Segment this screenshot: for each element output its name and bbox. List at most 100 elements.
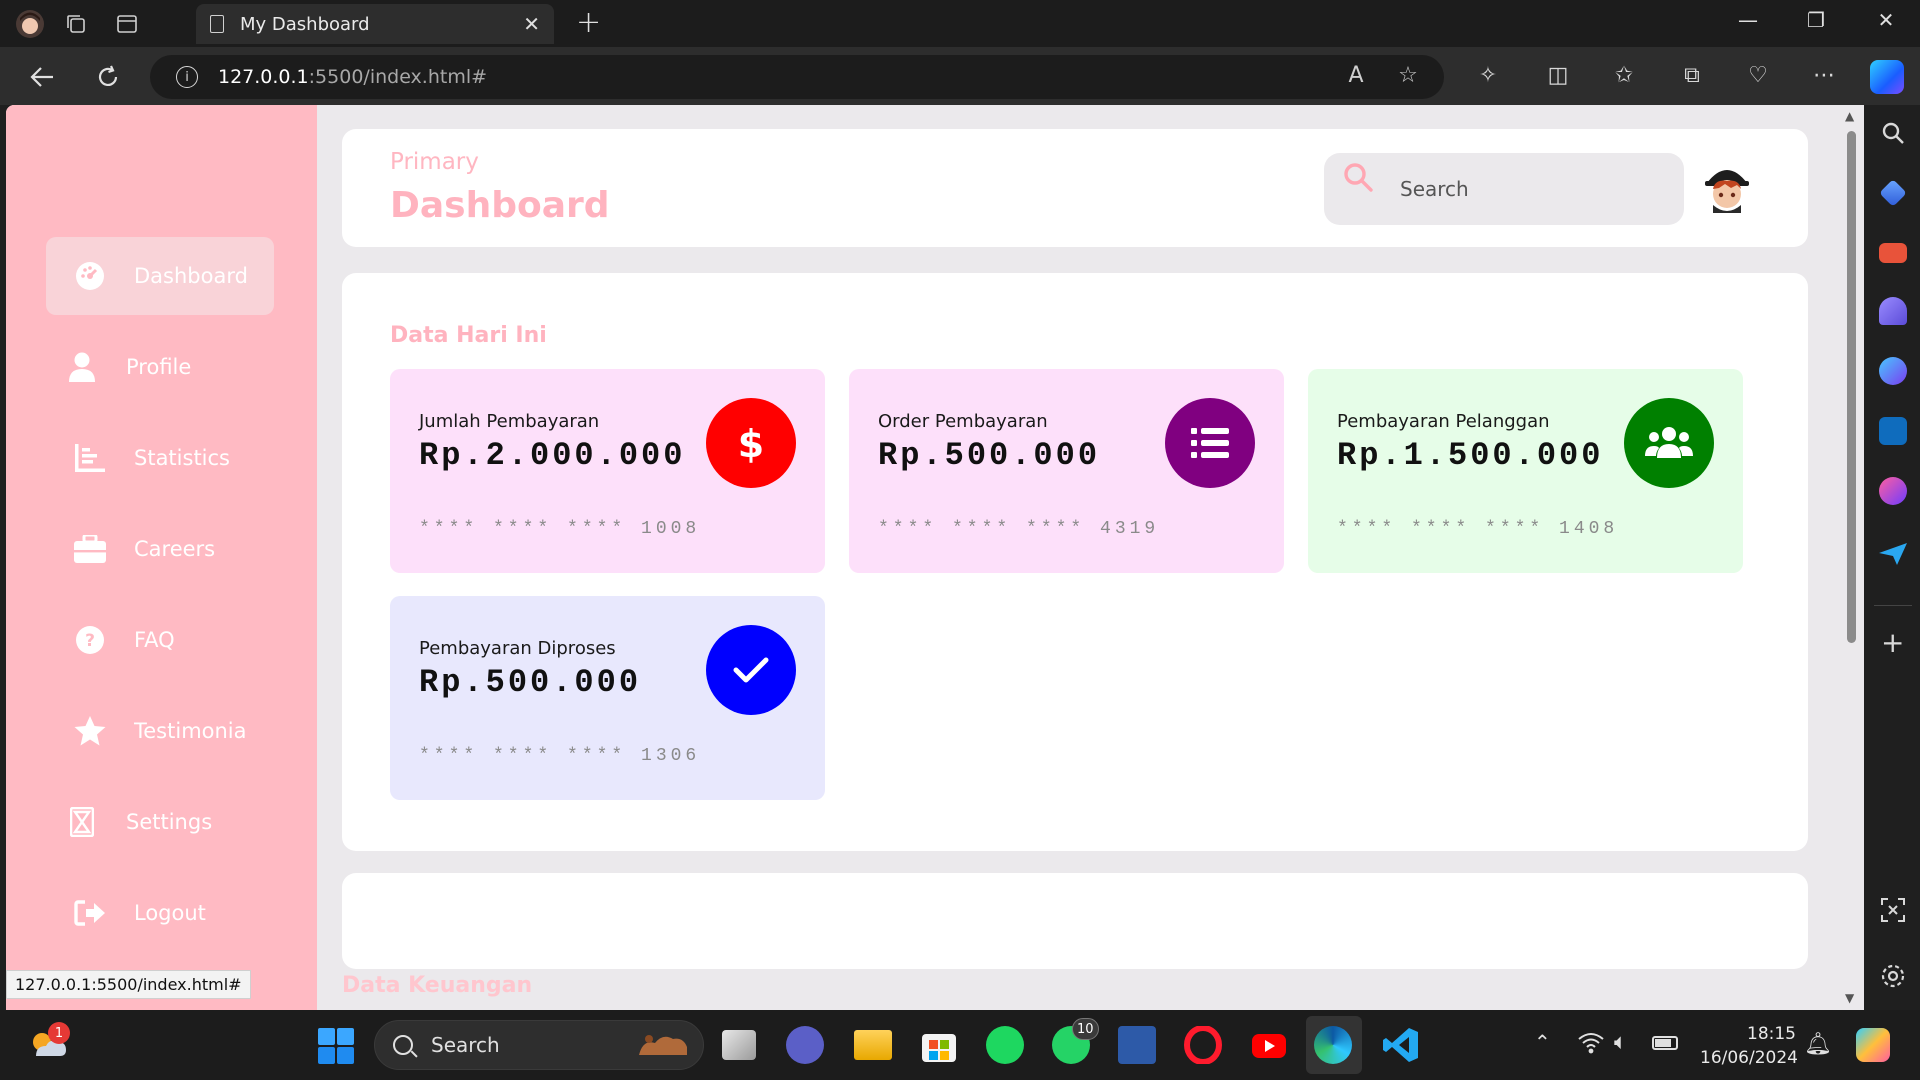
- tools-icon[interactable]: [1879, 243, 1907, 263]
- youtube-icon[interactable]: [1250, 1026, 1288, 1064]
- copilot-sidebar-icon[interactable]: [1879, 357, 1907, 385]
- today-data-card: Data Hari Ini Jumlah Pembayaran Rp.2.000…: [342, 273, 1808, 851]
- sidebar-item-settings[interactable]: Settings: [46, 783, 274, 861]
- dev-app-icon[interactable]: [1118, 1026, 1156, 1064]
- workspaces-icon[interactable]: [60, 8, 92, 40]
- search-icon: [393, 1035, 413, 1055]
- sidebar-item-logout[interactable]: Logout: [46, 874, 274, 952]
- page-subtitle: Primary: [390, 149, 479, 175]
- shopping-tag-icon[interactable]: [1879, 179, 1907, 207]
- more-menu-icon[interactable]: ⋯: [1806, 63, 1842, 88]
- stat-value: Rp.500.000: [419, 664, 642, 701]
- vscode-icon[interactable]: [1382, 1026, 1420, 1064]
- avatar[interactable]: [1701, 161, 1753, 213]
- opera-icon[interactable]: [1184, 1025, 1222, 1065]
- page-scrollbar[interactable]: ▲ ▼: [1838, 105, 1864, 1010]
- file-explorer-icon[interactable]: [854, 1030, 892, 1060]
- address-bar[interactable]: i 127.0.0.1:5500/index.html# A ☆: [150, 55, 1444, 99]
- read-aloud-icon[interactable]: A: [1338, 63, 1374, 88]
- designer-icon[interactable]: [1879, 477, 1907, 505]
- copilot-taskbar-icon[interactable]: [1856, 1028, 1890, 1062]
- stat-label: Jumlah Pembayaran: [419, 411, 600, 432]
- finance-card: [342, 873, 1808, 969]
- start-icon[interactable]: [318, 1028, 354, 1068]
- microsoft-store-icon[interactable]: [920, 1026, 958, 1064]
- sidebar: Dashboard Profile Statistics Careers ? F…: [6, 105, 317, 1010]
- whatsapp-icon[interactable]: 10: [1052, 1018, 1099, 1064]
- sidebar-item-label: Testimonia: [134, 719, 247, 743]
- browser-toolbar: i 127.0.0.1:5500/index.html# A ☆ ✧ ◫ ✩ ⧉…: [0, 47, 1920, 105]
- user-icon: [62, 352, 102, 382]
- sidebar-item-faq[interactable]: ? FAQ: [46, 601, 274, 679]
- browser-essentials-icon[interactable]: ♡: [1740, 63, 1776, 88]
- browser-tab-bar: My Dashboard ✕ + — ❐ ✕: [0, 0, 1920, 47]
- scrollbar-thumb[interactable]: [1847, 131, 1856, 643]
- search-input[interactable]: [1400, 171, 1660, 207]
- add-icon[interactable]: +: [1881, 629, 1904, 657]
- screenshot-icon[interactable]: [1880, 897, 1906, 927]
- stat-card-number: **** **** **** 1408: [1337, 519, 1619, 539]
- taskbar-search-label: Search: [431, 1033, 500, 1057]
- sidebar-item-profile[interactable]: Profile: [46, 328, 274, 406]
- collections-icon[interactable]: ⧉: [1674, 63, 1710, 88]
- spotify-icon[interactable]: [986, 1026, 1024, 1064]
- tab-my-dashboard[interactable]: My Dashboard ✕: [196, 4, 554, 44]
- list-icon: [1165, 398, 1255, 488]
- sidebar-item-testimonial[interactable]: Testimonia: [46, 692, 274, 770]
- send-icon[interactable]: [1879, 543, 1907, 569]
- url-path: :5500/index.html#: [308, 66, 488, 88]
- stat-label: Pembayaran Pelanggan: [1337, 411, 1550, 432]
- sidebar-item-label: Dashboard: [134, 264, 248, 288]
- wifi-icon[interactable]: [1578, 1032, 1604, 1058]
- section-title: Data Hari Ini: [390, 323, 547, 348]
- settings-gear-icon[interactable]: [1880, 963, 1906, 993]
- copilot-icon[interactable]: [1870, 60, 1904, 94]
- teams-icon[interactable]: [786, 1026, 824, 1064]
- refresh-icon[interactable]: [88, 57, 128, 97]
- extensions-icon[interactable]: ✧: [1470, 63, 1506, 88]
- stat-label: Order Pembayaran: [878, 411, 1048, 432]
- battery-icon[interactable]: [1652, 1036, 1678, 1050]
- notification-bell-icon[interactable]: 🔔︎: [1804, 1032, 1832, 1057]
- taskbar-search[interactable]: Search: [374, 1020, 704, 1070]
- stat-card-number: **** **** **** 4319: [878, 519, 1160, 539]
- close-window-button[interactable]: ✕: [1866, 8, 1906, 32]
- scroll-up-icon[interactable]: ▲: [1845, 109, 1854, 123]
- sidebar-item-label: Profile: [126, 355, 192, 379]
- stat-card-jumlah-pembayaran: Jumlah Pembayaran Rp.2.000.000 **** ****…: [390, 369, 825, 573]
- users-icon: [1624, 398, 1714, 488]
- profile-avatar-icon[interactable]: [14, 8, 46, 40]
- minimize-button[interactable]: —: [1728, 8, 1768, 32]
- new-tab-button[interactable]: +: [576, 8, 601, 38]
- gauge-icon: [70, 261, 110, 291]
- svg-text:$: $: [738, 422, 764, 465]
- split-screen-icon[interactable]: ◫: [1540, 63, 1576, 88]
- briefcase-icon: [70, 535, 110, 563]
- search-icon[interactable]: [1881, 121, 1905, 149]
- weather-widget-icon[interactable]: 1: [28, 1022, 70, 1066]
- task-view-icon[interactable]: [722, 1030, 756, 1060]
- windows-taskbar: 1 Search 10 ⌃ 🔈︎ 18:15 16/06/2024 🔔︎: [0, 1010, 1920, 1080]
- search-box: [1324, 153, 1684, 225]
- tab-actions-icon[interactable]: [111, 8, 143, 40]
- scroll-down-icon[interactable]: ▼: [1845, 991, 1854, 1005]
- favorite-star-icon[interactable]: ☆: [1390, 63, 1426, 88]
- site-info-icon[interactable]: i: [176, 66, 198, 88]
- favorites-icon[interactable]: ✩: [1606, 63, 1642, 88]
- sidebar-item-statistics[interactable]: Statistics: [46, 419, 274, 497]
- svg-text:?: ?: [85, 631, 95, 651]
- stat-card-number: **** **** **** 1008: [419, 519, 701, 539]
- close-tab-icon[interactable]: ✕: [523, 12, 540, 36]
- back-icon[interactable]: [22, 57, 62, 97]
- sidebar-item-careers[interactable]: Careers: [46, 510, 274, 588]
- outlook-icon[interactable]: [1879, 417, 1907, 445]
- stat-card-pembayaran-pelanggan: Pembayaran Pelanggan Rp.1.500.000 **** *…: [1308, 369, 1743, 573]
- restore-button[interactable]: ❐: [1796, 8, 1836, 32]
- volume-icon[interactable]: 🔈︎: [1614, 1030, 1627, 1055]
- edge-icon[interactable]: [1314, 1026, 1352, 1064]
- chevron-up-icon[interactable]: ⌃: [1534, 1030, 1551, 1054]
- games-icon[interactable]: [1879, 297, 1907, 325]
- system-clock[interactable]: 18:15 16/06/2024: [1700, 1022, 1798, 1070]
- link-status-tooltip: 127.0.0.1:5500/index.html#: [6, 970, 251, 999]
- sidebar-item-dashboard[interactable]: Dashboard: [46, 237, 274, 315]
